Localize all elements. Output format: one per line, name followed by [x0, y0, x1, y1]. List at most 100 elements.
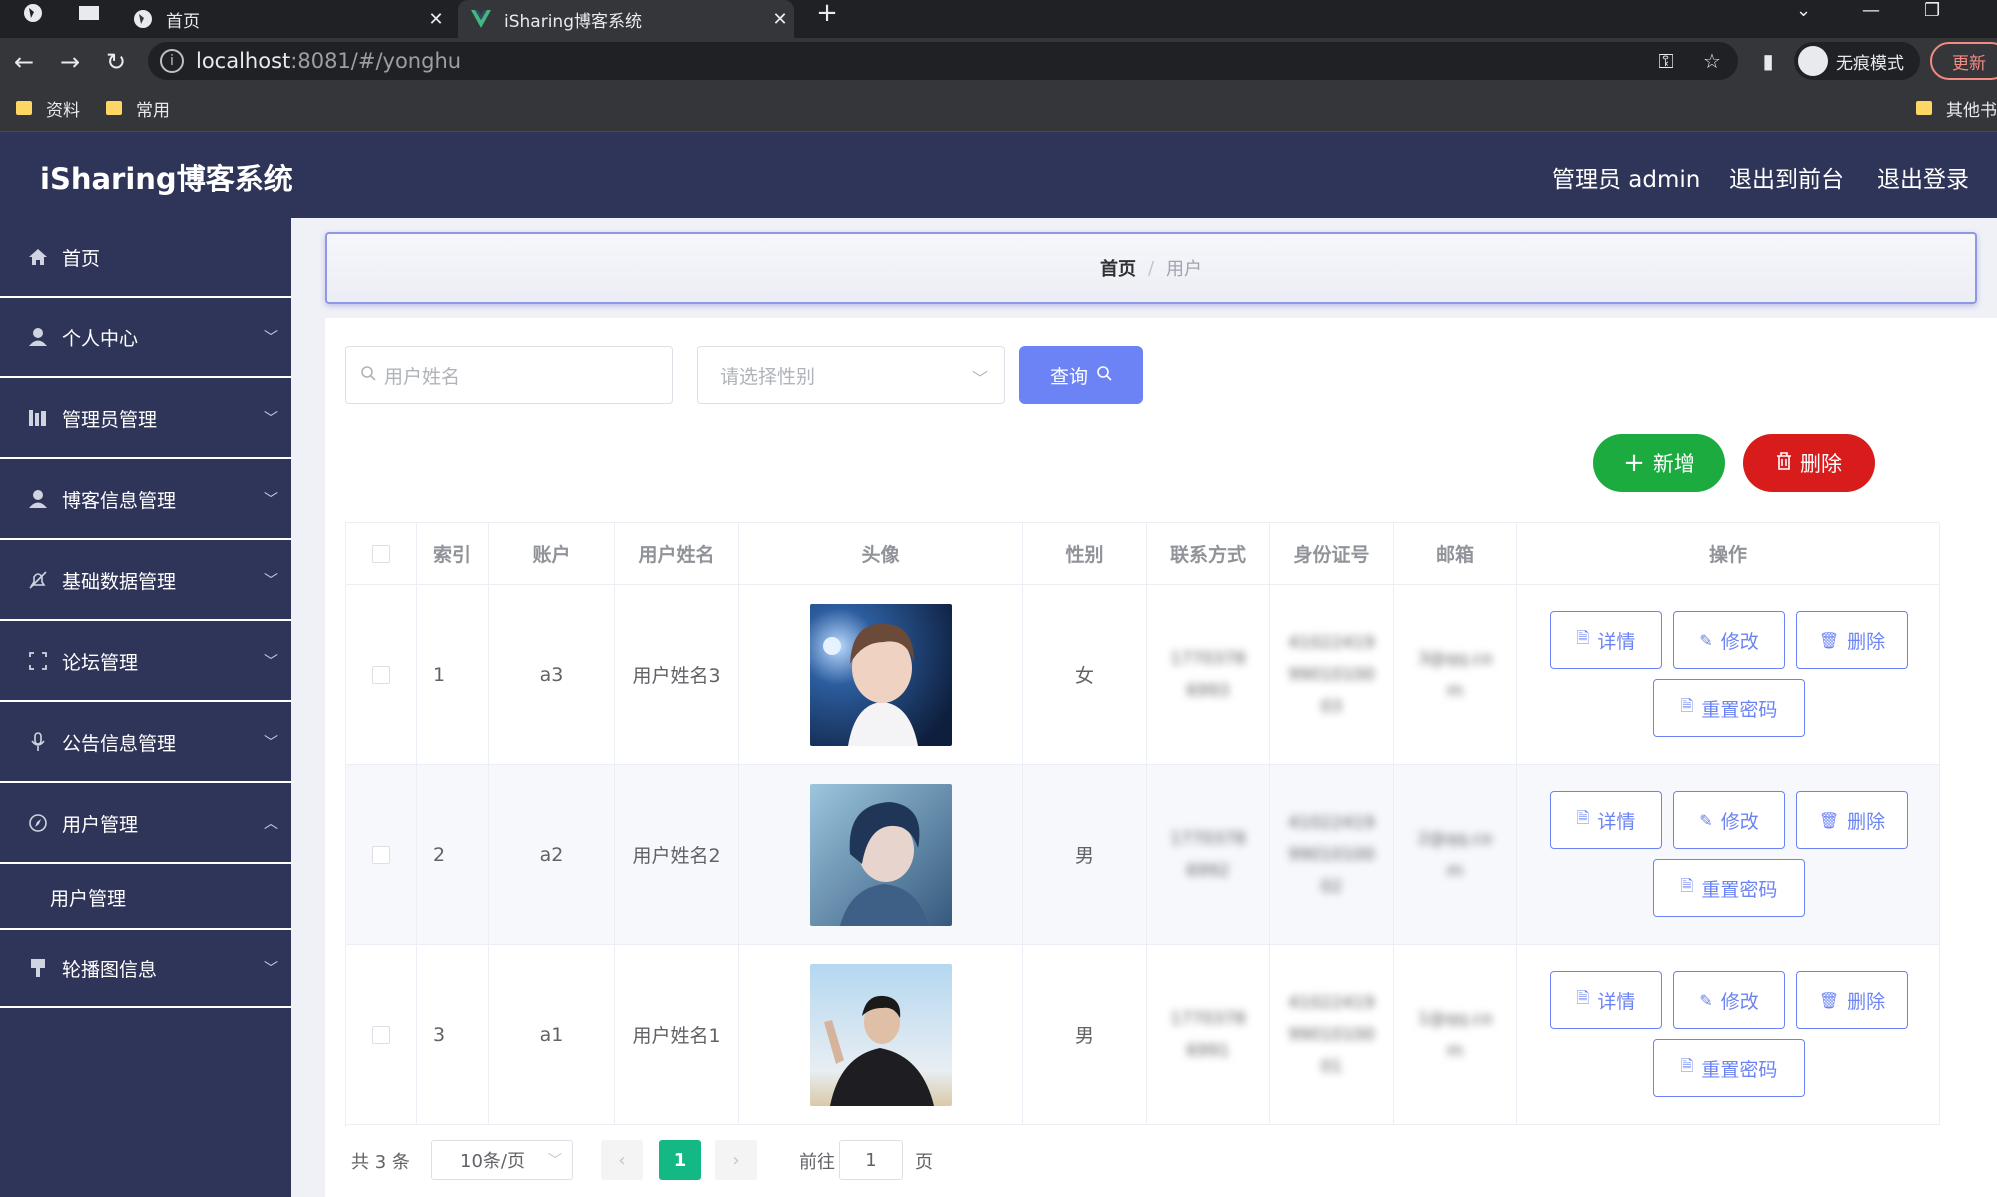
sidebar-item-label: 基础数据管理	[62, 570, 177, 593]
reset-password-button[interactable]: 🗎 重置密码	[1653, 859, 1805, 917]
reload-icon[interactable]: ↻	[100, 46, 132, 78]
chevron-down-icon: ﹀	[548, 1153, 562, 1169]
add-button[interactable]: + 新增	[1593, 434, 1725, 492]
reset-label: 重置密码	[1701, 878, 1778, 901]
query-button[interactable]: 查询	[1019, 346, 1143, 404]
close-icon[interactable]: ✕	[422, 9, 450, 30]
batch-delete-button[interactable]: 删除	[1743, 434, 1875, 492]
column-header: 头像	[739, 523, 1023, 585]
email-cell: 1@qq.com	[1394, 945, 1517, 1125]
header-select-cell	[346, 523, 417, 585]
frame-icon	[26, 649, 50, 673]
update-button[interactable]: 更新	[1930, 42, 1997, 80]
bookmark-folder-other[interactable]: 其他书	[1916, 94, 1997, 122]
sidebar-item-forum[interactable]: 论坛管理 ﹀	[0, 622, 291, 702]
plus-icon: +	[1623, 448, 1645, 478]
goto-page-input[interactable]: 1	[839, 1140, 903, 1180]
incognito-indicator[interactable]: 无痕模式	[1794, 42, 1920, 80]
edit-button[interactable]: ✎ 修改	[1673, 971, 1785, 1029]
bookmark-folder-common[interactable]: 常用	[106, 94, 170, 122]
table-row: 1 a3 用户姓名3 女 17703786993 410224199901010…	[346, 585, 1940, 765]
name-cell: 用户姓名3	[615, 585, 739, 765]
app-title: iSharing博客系统	[40, 162, 293, 196]
update-label: 更新	[1952, 53, 1986, 74]
edit-label: 修改	[1720, 630, 1759, 653]
row-checkbox[interactable]	[372, 1025, 390, 1044]
url-host: localhost	[196, 49, 291, 73]
sidebar-item-notice[interactable]: 公告信息管理 ﹀	[0, 703, 291, 783]
column-header: 联系方式	[1147, 523, 1270, 585]
phone-cell: 17703786993	[1147, 585, 1270, 765]
side-panel-icon[interactable]: ▮	[1754, 46, 1782, 76]
exit-to-frontend-link[interactable]: 退出到前台	[1729, 160, 1844, 194]
pagination-total: 共 3 条	[351, 1152, 410, 1173]
url-field[interactable]: i localhost:8081/#/yonghu	[148, 42, 1738, 80]
sidebar-item-home[interactable]: 首页	[0, 218, 291, 298]
new-tab-icon[interactable]: +	[812, 0, 842, 28]
user-name-search-input[interactable]: 用户姓名	[345, 346, 673, 404]
table-row: 3 a1 用户姓名1 男 17703786991 410224199901010…	[346, 945, 1940, 1125]
edit-button[interactable]: ✎ 修改	[1673, 611, 1785, 669]
edit-button[interactable]: ✎ 修改	[1673, 791, 1785, 849]
detail-button[interactable]: 🗎 详情	[1550, 791, 1662, 849]
delete-button[interactable]: 🗑 删除	[1796, 971, 1908, 1029]
info-icon[interactable]: i	[160, 49, 184, 73]
sidebar-item-carousel[interactable]: 轮播图信息 ﹀	[0, 928, 291, 1008]
breadcrumb-home[interactable]: 首页	[1100, 255, 1136, 281]
breadcrumb-separator: /	[1147, 257, 1155, 279]
prev-page-button[interactable]: ‹	[601, 1140, 643, 1180]
document-icon: 🗎	[1680, 695, 1694, 715]
tab-title: 首页	[166, 11, 200, 32]
admin-user-label[interactable]: 管理员 admin	[1552, 160, 1700, 194]
folder-icon	[106, 101, 122, 115]
main-area: 首页 / 用户 用户姓名 请选择性别 ﹀ 查询 + 新增 删除 索引 账户 用户…	[291, 218, 1997, 1197]
sidebar-item-base-data[interactable]: 基础数据管理 ﹀	[0, 541, 291, 621]
trash-icon: 🗑	[1818, 630, 1840, 650]
minimize-icon[interactable]: —	[1862, 0, 1880, 21]
next-page-button[interactable]: ›	[715, 1140, 757, 1180]
sidebar-item-blog-management[interactable]: 博客信息管理 ﹀	[0, 460, 291, 540]
sidebar-item-profile[interactable]: 个人中心 ﹀	[0, 298, 291, 378]
row-select-cell	[346, 945, 417, 1125]
reset-password-button[interactable]: 🗎 重置密码	[1653, 1039, 1805, 1097]
name-cell: 用户姓名2	[615, 765, 739, 945]
detail-button[interactable]: 🗎 详情	[1550, 611, 1662, 669]
email-cell: 3@qq.com	[1394, 585, 1517, 765]
close-icon[interactable]: ✕	[766, 9, 794, 30]
email-value: 2@qq.com	[1417, 828, 1493, 881]
incognito-icon	[1798, 46, 1828, 76]
sidebar-item-admin-management[interactable]: 管理员管理 ﹀	[0, 379, 291, 459]
forward-icon[interactable]: →	[54, 46, 86, 78]
avatar-cell	[739, 765, 1023, 945]
page-size-select[interactable]: 10条/页 ﹀	[431, 1140, 573, 1180]
page-number-button[interactable]: 1	[659, 1140, 701, 1180]
tab-isharing[interactable]: iSharing博客系统 ✕	[458, 0, 794, 38]
bookmark-folder-docs[interactable]: 资料	[16, 94, 80, 122]
select-all-checkbox[interactable]	[372, 544, 390, 563]
gender-select[interactable]: 请选择性别 ﹀	[697, 346, 1005, 404]
detail-button[interactable]: 🗎 详情	[1550, 971, 1662, 1029]
delete-button[interactable]: 🗑 删除	[1796, 791, 1908, 849]
trash-icon: 🗑	[1818, 810, 1840, 830]
row-checkbox[interactable]	[372, 845, 390, 864]
row-checkbox[interactable]	[372, 665, 390, 684]
delete-button[interactable]: 🗑 删除	[1796, 611, 1908, 669]
table-header-row: 索引 账户 用户姓名 头像 性别 联系方式 身份证号 邮箱 操作	[346, 523, 1940, 585]
submenu-item-user-management[interactable]: 用户管理	[0, 866, 291, 928]
reset-password-button[interactable]: 🗎 重置密码	[1653, 679, 1805, 737]
chevron-down-icon[interactable]: ⌄	[1796, 0, 1811, 21]
back-icon[interactable]: ←	[8, 46, 40, 78]
app-header: iSharing博客系统 管理员 admin 退出到前台 退出登录	[0, 132, 1997, 218]
restore-icon[interactable]: ❐	[1924, 0, 1940, 21]
goto-page-value: 1	[865, 1149, 877, 1171]
tab-home[interactable]: 首页 ✕	[120, 0, 450, 38]
edit-icon: ✎	[1699, 630, 1713, 650]
chrome-globe-icon[interactable]	[18, 0, 48, 26]
tab-search-icon[interactable]	[74, 0, 104, 26]
star-icon[interactable]: ☆	[1698, 46, 1726, 76]
globe-icon	[132, 8, 154, 30]
key-icon[interactable]: ⚿	[1652, 46, 1680, 76]
logout-link[interactable]: 退出登录	[1877, 160, 1969, 194]
sidebar-item-user-management[interactable]: 用户管理 ︿	[0, 784, 291, 864]
sidebar-item-label: 管理员管理	[62, 408, 158, 431]
